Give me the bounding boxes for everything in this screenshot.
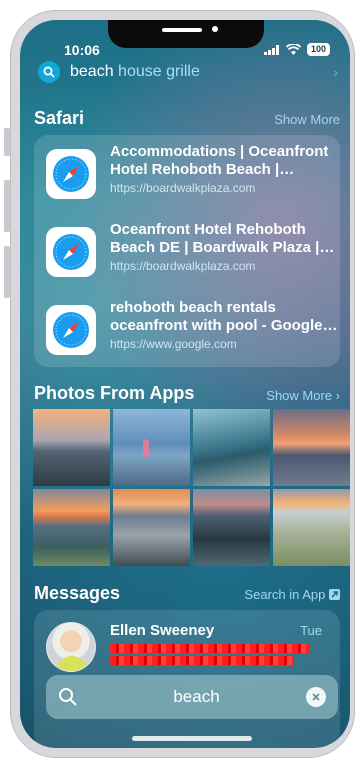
search-icon [38,61,60,83]
photo-thumbnail[interactable] [193,409,270,486]
notch [108,20,264,48]
typed-text: beach [70,63,114,80]
photo-thumbnail[interactable] [193,489,270,566]
search-input[interactable] [46,675,347,719]
wifi-icon [285,44,301,55]
chevron-right-icon: › [333,64,338,80]
photo-thumbnail[interactable] [273,489,350,566]
search-in-app-link[interactable]: Search in App [244,587,340,602]
status-icons: 100 [263,43,330,56]
photo-thumbnail[interactable] [273,409,350,486]
photos-section-title: Photos From Apps [34,383,195,403]
cellular-signal-icon [263,44,279,55]
safari-show-more-link[interactable]: Show More [274,112,340,127]
messages-section-title: Messages [34,583,121,603]
result-title: Accommodations | Oceanfront Hotel Rehobo… [110,143,329,178]
redacted-message-preview [110,656,294,665]
suggested-query: beach house grille [70,63,200,81]
speaker-grille [162,28,202,32]
mute-switch [4,128,10,156]
photos-show-more-link[interactable]: Show More › [266,388,340,403]
redacted-message-preview [110,644,310,653]
show-more-label: Show More [266,388,333,403]
message-date: Tue [300,623,322,638]
safari-compass-icon [46,149,96,199]
bottom-search-bar[interactable] [46,675,347,719]
safari-result-1[interactable]: Accommodations | Oceanfront Hotel Rehobo… [46,143,336,205]
status-time: 10:06 [64,42,100,58]
clear-icon[interactable] [306,687,326,707]
search-in-app-label: Search in App [244,587,326,602]
photo-thumbnail[interactable] [33,409,110,486]
result-url: https://boardwalkplaza.com [110,259,256,273]
result-url: https://www.google.com [110,337,237,351]
avatar [46,622,96,672]
photo-thumbnail[interactable] [113,409,190,486]
result-title: Oceanfront Hotel Rehoboth Beach DE | Boa… [110,221,320,256]
photo-thumbnail[interactable] [33,489,110,566]
photo-thumbnail[interactable] [113,489,190,566]
safari-compass-icon [46,305,96,355]
completion-text: house grille [113,63,200,80]
home-indicator[interactable] [132,736,252,741]
volume-up-button [4,180,10,232]
open-in-app-icon [329,589,340,600]
safari-result-2[interactable]: Oceanfront Hotel Rehoboth Beach DE | Boa… [46,221,336,283]
search-icon [59,688,77,706]
front-camera [212,26,218,32]
safari-result-3[interactable]: rehoboth beach rentals oceanfront with p… [46,299,336,361]
safari-results-card: Accommodations | Oceanfront Hotel Rehobo… [34,135,340,367]
safari-section-title: Safari [34,108,85,128]
top-search-suggestion[interactable]: beach house grille › [38,60,338,84]
volume-down-button [4,246,10,298]
result-title: rehoboth beach rentals oceanfront with p… [110,299,323,334]
sender-name: Ellen Sweeney [110,622,215,639]
battery-indicator: 100 [306,43,330,56]
chevron-right-icon: › [335,388,340,403]
search-screen: 10:06 100 beach house grille › Safari Sh… [20,20,350,748]
safari-compass-icon [46,227,96,277]
result-url: https://boardwalkplaza.com [110,181,256,195]
